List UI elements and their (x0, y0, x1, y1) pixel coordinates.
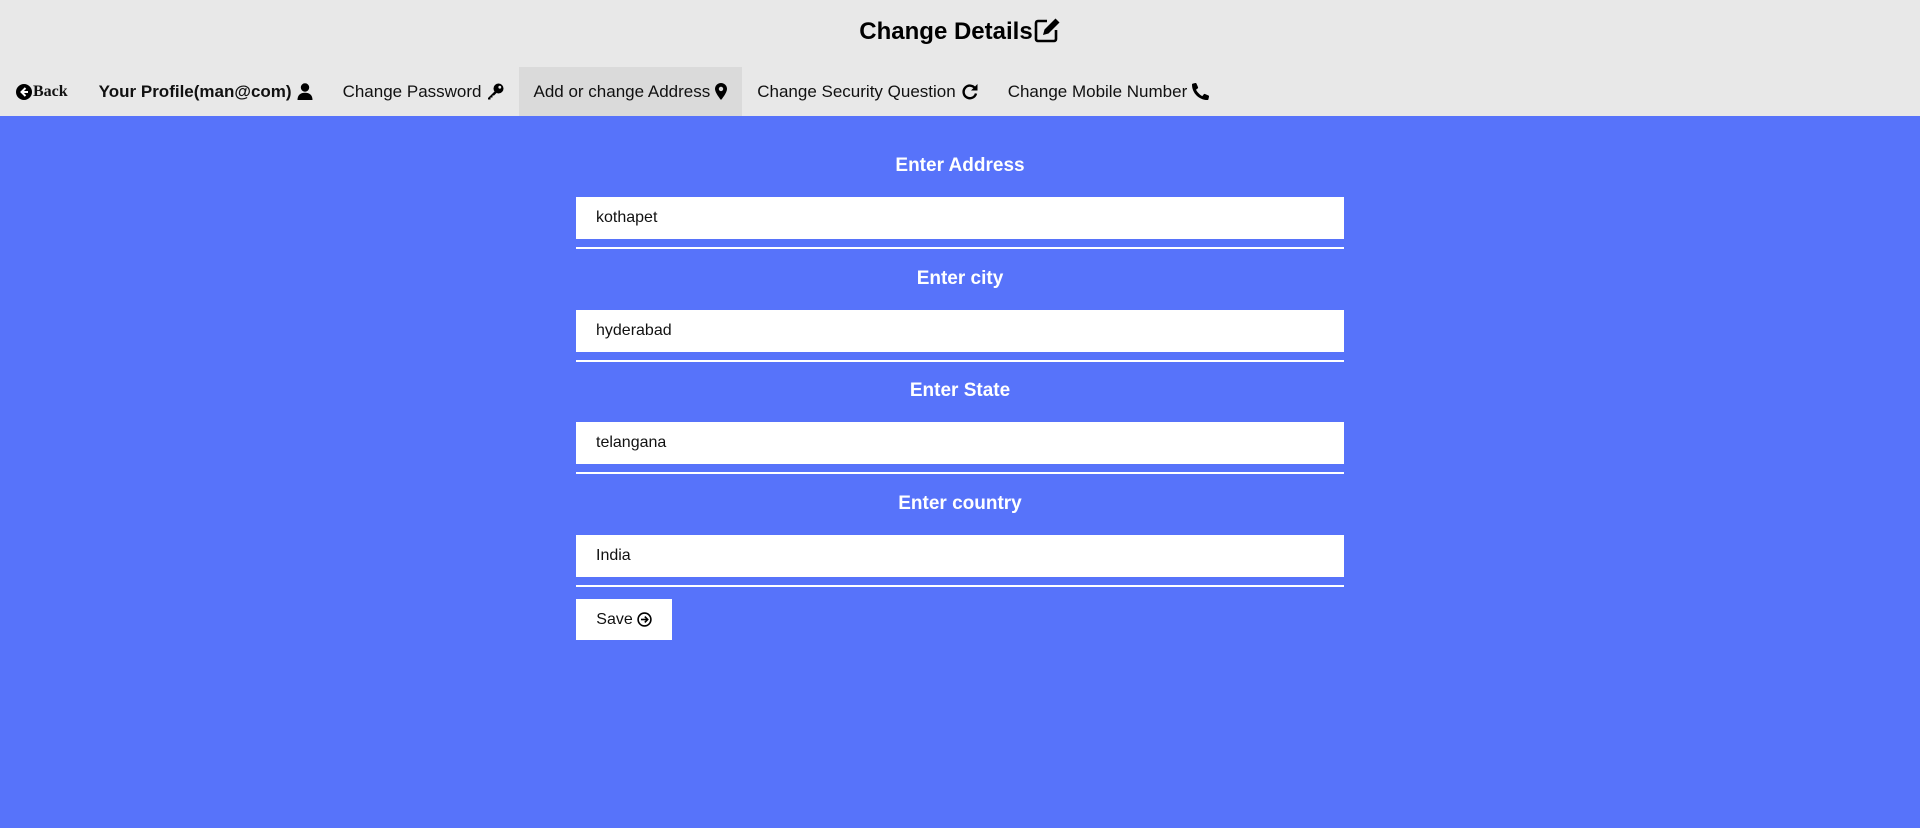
city-label: Enter city (916, 268, 1004, 289)
save-button-label: Save (596, 610, 633, 628)
refresh-icon (961, 83, 978, 100)
city-divider (576, 360, 1344, 362)
country-input[interactable] (576, 535, 1344, 577)
city-input[interactable] (576, 310, 1344, 352)
save-button[interactable]: Save (576, 599, 672, 640)
phone-icon (1192, 83, 1210, 100)
nav-address[interactable]: Add or change Address (518, 67, 743, 116)
page-title: Change Details (0, 16, 1920, 48)
nav-change-password[interactable]: Change Password (328, 67, 519, 116)
nav-mobile-number-label: Change Mobile Number (1007, 81, 1188, 101)
profile-nav: Back Your Profile(man@com) Change Passwo… (0, 67, 1224, 116)
state-label: Enter State (909, 380, 1011, 401)
nav-your-profile[interactable]: Your Profile(man@com) (84, 67, 328, 116)
nav-mobile-number[interactable]: Change Mobile Number (993, 67, 1225, 116)
key-icon (487, 83, 504, 100)
nav-back-label: Back (33, 82, 68, 100)
arrow-circle-right-icon (637, 612, 652, 627)
map-marker-icon (715, 83, 728, 100)
page-title-text: Change Details (859, 18, 1033, 45)
country-divider (576, 585, 1344, 587)
address-input[interactable] (576, 197, 1344, 239)
nav-change-password-label: Change Password (342, 81, 482, 101)
user-icon (297, 83, 313, 100)
edit-icon (1034, 18, 1060, 43)
address-label: Enter Address (895, 155, 1025, 176)
nav-address-label: Add or change Address (533, 81, 711, 101)
nav-your-profile-label: Your Profile(man@com) (98, 81, 292, 101)
top-bar: Change Details Back Your Profile(man@com… (0, 0, 1920, 116)
state-input[interactable] (576, 422, 1344, 464)
address-divider (576, 247, 1344, 249)
nav-security-question[interactable]: Change Security Question (742, 67, 992, 116)
country-label: Enter country (898, 493, 1022, 514)
arrow-circle-left-icon (16, 83, 32, 100)
state-divider (576, 472, 1344, 474)
nav-security-question-label: Change Security Question (757, 81, 956, 101)
nav-back[interactable]: Back (0, 67, 84, 116)
